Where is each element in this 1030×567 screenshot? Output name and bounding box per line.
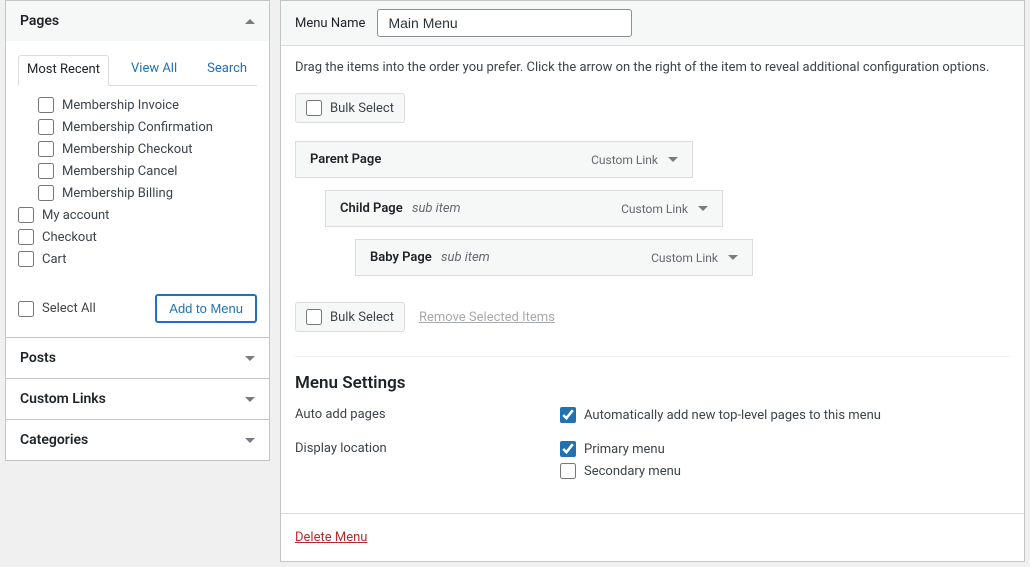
page-label[interactable]: Membership Checkout [62,142,193,157]
chevron-down-icon [245,397,255,402]
menu-settings-heading: Menu Settings [295,373,1010,393]
bulk-select-label: Bulk Select [330,101,394,116]
divider [295,356,1010,357]
page-checkbox[interactable] [38,163,54,179]
main-panel: Menu Name Drag the items into the order … [280,0,1025,562]
remove-selected-link[interactable]: Remove Selected Items [419,310,555,325]
menu-item[interactable]: Baby Page sub item Custom Link [355,239,753,276]
bulk-select-bottom: Bulk Select [295,302,405,332]
page-checkbox[interactable] [18,251,34,267]
accordion-title-label: Custom Links [20,391,106,407]
setting-control: Primary menu Secondary menu [560,441,681,485]
bulk-select-bottom-row: Bulk Select Remove Selected Items [295,302,555,332]
menu-item-title: Parent Page [310,152,381,167]
sub-item-label: sub item [412,201,461,216]
accordion-title-categories[interactable]: Categories [6,420,269,460]
menu-item-title: Child Page [340,201,403,216]
secondary-menu-option[interactable]: Secondary menu [560,463,681,479]
sub-item-label: sub item [441,250,490,265]
menu-items: Parent Page Custom Link Child Page sub i… [295,141,1010,276]
setting-label: Auto add pages [295,407,560,429]
primary-menu-option[interactable]: Primary menu [560,441,681,457]
chevron-down-icon [245,356,255,361]
pages-panel: Most Recent View All Search Membership I… [6,41,269,337]
page-checkbox[interactable] [18,229,34,245]
page-checkbox[interactable] [38,97,54,113]
list-item: Membership Cancel [18,160,253,182]
primary-menu-checkbox[interactable] [560,441,576,457]
list-item: Membership Invoice [18,94,253,116]
list-item: Membership Checkout [18,138,253,160]
accordion-title-posts[interactable]: Posts [6,338,269,378]
page-checkbox[interactable] [38,119,54,135]
auto-add-option[interactable]: Automatically add new top-level pages to… [560,407,881,423]
page-checkbox[interactable] [18,207,34,223]
setting-control: Automatically add new top-level pages to… [560,407,881,429]
list-item: Checkout [18,226,253,248]
accordion-section-pages: Pages Most Recent View All Search Member… [6,1,269,338]
menu-item-type: Custom Link [651,251,738,265]
accordion-title-label: Posts [20,350,56,366]
menu-item-title: Baby Page [370,250,432,265]
select-all-label[interactable]: Select All [42,301,96,316]
page-list[interactable]: Membership Invoice Membership Confirmati… [18,94,257,270]
accordion-section-categories: Categories [6,420,269,460]
accordion-section-custom-links: Custom Links [6,379,269,420]
accordion-title-pages[interactable]: Pages [6,1,269,41]
page-label[interactable]: Cart [42,252,67,267]
menu-item-type: Custom Link [591,153,678,167]
bulk-select-checkbox[interactable] [306,100,322,116]
menu-header: Menu Name [281,1,1024,46]
setting-display-location: Display location Primary menu Secondary … [295,441,1010,485]
bulk-select-label: Bulk Select [330,310,394,325]
menu-item-type: Custom Link [621,202,708,216]
pages-tabs: Most Recent View All Search [18,55,257,86]
list-item: Membership Confirmation [18,116,253,138]
page-label[interactable]: Checkout [42,230,97,245]
menu-name-input[interactable] [377,9,632,37]
menu-item[interactable]: Child Page sub item Custom Link [325,190,723,227]
bulk-select-top: Bulk Select [295,93,405,123]
list-item: My account [18,204,253,226]
accordion-title-custom-links[interactable]: Custom Links [6,379,269,419]
tab-view-all[interactable]: View All [123,55,185,85]
main-body: Drag the items into the order you prefer… [281,46,1024,513]
chevron-down-icon[interactable] [668,157,678,162]
sidebar: Pages Most Recent View All Search Member… [5,0,280,562]
page-label[interactable]: Membership Cancel [62,164,177,179]
accordion-title-label: Pages [20,13,59,29]
page-checkbox[interactable] [38,185,54,201]
page-checkbox[interactable] [38,141,54,157]
select-all-row: Select All Add to Menu [18,284,257,323]
tab-search[interactable]: Search [199,55,255,85]
chevron-up-icon [245,19,255,24]
page-label[interactable]: Membership Confirmation [62,120,213,135]
page-label[interactable]: Membership Invoice [62,98,179,113]
add-to-menu-button[interactable]: Add to Menu [155,294,257,323]
menu-name-label: Menu Name [295,16,365,31]
delete-menu-link[interactable]: Delete Menu [295,530,367,545]
select-all-checkbox[interactable] [18,301,34,317]
setting-label: Display location [295,441,560,485]
menu-settings: Menu Settings Auto add pages Automatical… [295,373,1010,485]
tab-most-recent[interactable]: Most Recent [18,55,109,86]
menu-item[interactable]: Parent Page Custom Link [295,141,693,178]
accordion: Pages Most Recent View All Search Member… [5,0,270,461]
chevron-down-icon [245,438,255,443]
bulk-select-checkbox[interactable] [306,309,322,325]
setting-auto-add: Auto add pages Automatically add new top… [295,407,1010,429]
secondary-menu-checkbox[interactable] [560,463,576,479]
list-item: Membership Billing [18,182,253,204]
page-label[interactable]: Membership Billing [62,186,173,201]
accordion-title-label: Categories [20,432,88,448]
instructions-text: Drag the items into the order you prefer… [295,60,1010,75]
list-item: Cart [18,248,253,270]
page-label[interactable]: My account [42,208,109,223]
chevron-down-icon[interactable] [728,255,738,260]
select-all: Select All [18,301,96,317]
chevron-down-icon[interactable] [698,206,708,211]
main-footer: Delete Menu [281,513,1024,561]
auto-add-checkbox[interactable] [560,407,576,423]
accordion-section-posts: Posts [6,338,269,379]
